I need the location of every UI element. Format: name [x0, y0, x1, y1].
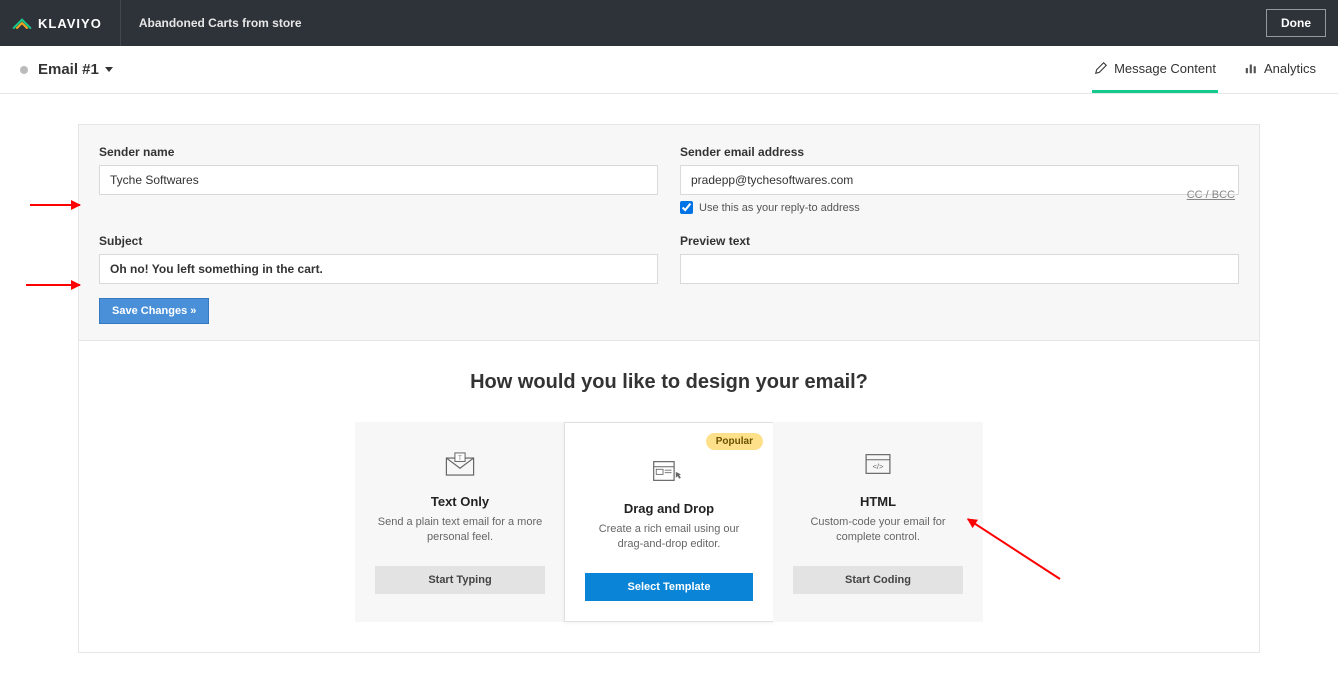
- design-area: How would you like to design your email?…: [79, 341, 1259, 652]
- tab-analytics[interactable]: Analytics: [1242, 46, 1318, 93]
- option-desc: Send a plain text email for a more perso…: [375, 515, 545, 546]
- sub-header: Email #1 Message Content Analytics: [0, 46, 1338, 94]
- sender-name-input[interactable]: [99, 165, 658, 195]
- email-title-dropdown[interactable]: Email #1: [38, 61, 113, 78]
- brand-logo[interactable]: KLAVIYO: [12, 0, 121, 46]
- email-settings-form: Sender name Sender email address Use thi…: [79, 125, 1259, 341]
- sender-name-label: Sender name: [99, 145, 658, 159]
- svg-text:</>: </>: [872, 462, 884, 471]
- sender-email-label: Sender email address: [680, 145, 1239, 159]
- done-button[interactable]: Done: [1266, 9, 1326, 37]
- content-card: Sender name Sender email address Use thi…: [78, 124, 1260, 653]
- caret-down-icon: [105, 67, 113, 72]
- option-title: HTML: [793, 494, 963, 509]
- option-desc: Custom-code your email for complete cont…: [793, 515, 963, 546]
- start-coding-button[interactable]: Start Coding: [793, 566, 963, 594]
- top-bar: KLAVIYO Abandoned Carts from store Done: [0, 0, 1338, 46]
- option-title: Drag and Drop: [585, 501, 753, 516]
- option-html: </> HTML Custom-code your email for comp…: [773, 422, 983, 622]
- option-text-only: T Text Only Send a plain text email for …: [355, 422, 565, 622]
- preview-text-input[interactable]: [680, 254, 1239, 284]
- status-dot-icon: [20, 66, 28, 74]
- subject-label: Subject: [99, 234, 658, 248]
- klaviyo-icon: [12, 16, 32, 30]
- brand-text: KLAVIYO: [38, 16, 102, 31]
- preview-text-label: Preview text: [680, 234, 1239, 248]
- email-title-text: Email #1: [38, 61, 99, 78]
- flow-name: Abandoned Carts from store: [139, 16, 302, 30]
- option-title: Text Only: [375, 494, 545, 509]
- text-only-icon: T: [443, 450, 477, 478]
- svg-text:T: T: [458, 456, 462, 462]
- subject-input[interactable]: [99, 254, 658, 284]
- reply-to-label: Use this as your reply-to address: [699, 202, 860, 214]
- tab-message-content[interactable]: Message Content: [1092, 46, 1218, 93]
- option-drag-drop: Popular Drag and Drop Create a rich emai…: [564, 422, 774, 622]
- tab-label: Message Content: [1114, 61, 1216, 76]
- tab-label: Analytics: [1264, 61, 1316, 76]
- reply-to-checkbox[interactable]: [680, 201, 693, 214]
- popular-badge: Popular: [706, 433, 763, 450]
- design-heading: How would you like to design your email?: [99, 371, 1239, 394]
- select-template-button[interactable]: Select Template: [585, 573, 753, 601]
- pencil-icon: [1094, 61, 1108, 75]
- option-desc: Create a rich email using our drag-and-d…: [585, 522, 753, 553]
- drag-drop-icon: [652, 457, 686, 485]
- save-changes-button[interactable]: Save Changes »: [99, 298, 209, 324]
- html-icon: </>: [861, 450, 895, 478]
- start-typing-button[interactable]: Start Typing: [375, 566, 545, 594]
- tabs: Message Content Analytics: [1092, 46, 1318, 93]
- cc-bcc-link[interactable]: CC / BCC: [1187, 183, 1235, 201]
- bar-chart-icon: [1244, 61, 1258, 75]
- sender-email-input[interactable]: [680, 165, 1239, 195]
